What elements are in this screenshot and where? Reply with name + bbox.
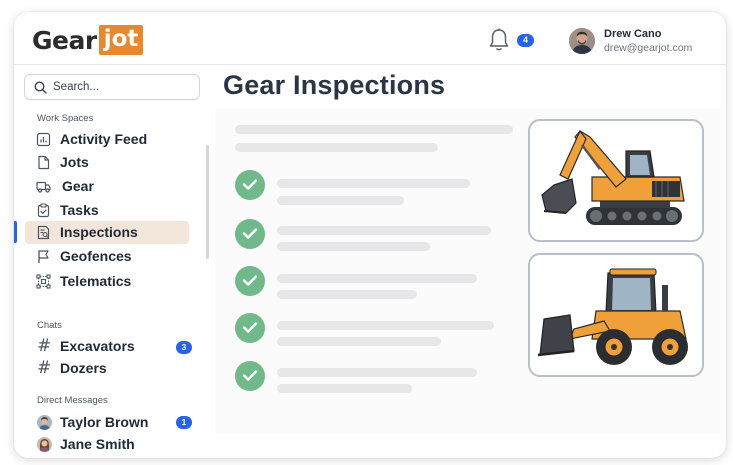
gearjot-logo[interactable]: Gear jot [32,25,144,55]
skeleton-line [277,368,477,377]
sidebar-item-label: Telematics [60,273,132,289]
sidebar-item-telematics[interactable]: Telematics [25,270,189,293]
inspection-content-panel [215,108,721,434]
dm-item-jane-smith[interactable]: Jane Smith [25,433,189,456]
sidebar-item-label: Gear [62,178,94,194]
logo-jot-text: jot [98,25,144,55]
user-email: drew@gearjot.com [604,42,693,54]
wheel-loader-image-card[interactable] [528,253,704,377]
unread-count-badge: 3 [176,341,192,354]
excavator-illustration [541,129,685,225]
skeleton-line [277,290,417,299]
sidebar-item-activity-feed[interactable]: Activity Feed [25,128,189,151]
document-icon [38,155,50,170]
unread-count-badge: 1 [176,416,192,429]
skeleton-line [277,226,491,235]
skeleton-line [277,274,477,283]
check-circle-icon[interactable] [235,361,265,391]
sidebar-scrollbar[interactable] [206,145,209,259]
network-icon [36,274,51,289]
top-bar: Gear jot 4 Drew Cano drew@gearjot.com [14,12,726,65]
sidebar-item-tasks[interactable]: Tasks [25,199,189,222]
chats-section-label: Chats [37,320,62,331]
user-avatar[interactable] [569,28,595,54]
logo-gear-text: Gear [32,25,97,55]
skeleton-line [277,337,441,346]
wheel-loader-illustration [537,268,688,365]
sidebar-item-label: Geofences [60,248,132,264]
skeleton-line [277,179,470,188]
activity-chart-icon [36,132,51,147]
inspection-doc-icon [37,225,50,240]
sidebar-item-inspections[interactable]: Inspections [25,221,189,244]
sidebar-item-label: Tasks [60,202,99,218]
avatar [37,437,52,452]
dm-item-label: Jane Smith [60,436,135,452]
direct-messages-section-label: Direct Messages [37,395,108,406]
dm-item-taylor-brown[interactable]: Taylor Brown 1 [25,411,192,434]
clipboard-check-icon [37,203,50,218]
check-circle-icon[interactable] [235,266,265,296]
sidebar-item-label: Activity Feed [60,131,148,147]
search-box[interactable] [24,74,200,100]
sidebar-item-gear[interactable]: Gear [25,175,189,198]
notification-count-badge: 4 [517,34,534,47]
active-indicator [14,221,17,243]
check-circle-icon[interactable] [235,170,265,200]
sidebar-item-jots[interactable]: Jots [25,151,189,174]
skeleton-line [235,143,438,152]
excavator-image-card[interactable] [528,119,704,242]
dm-item-label: Taylor Brown [60,414,149,430]
page-title: Gear Inspections [223,70,446,100]
skeleton-line [235,125,513,134]
check-circle-icon[interactable] [235,313,265,343]
bell-icon[interactable] [487,27,511,53]
workspaces-section-label: Work Spaces [37,113,94,124]
sidebar-item-label: Dozers [60,360,107,376]
sidebar-item-excavators[interactable]: # Excavators 3 [25,335,192,358]
search-input[interactable] [53,79,193,95]
avatar [37,415,52,430]
flag-icon [38,250,49,263]
skeleton-line [277,384,412,393]
search-icon [34,81,47,94]
sidebar-item-label: Inspections [60,224,138,240]
skeleton-line [277,321,494,330]
hash-icon: # [37,336,52,356]
skeleton-line [277,196,404,205]
app-window: Gear jot 4 Drew Cano drew@gearjot.com Se… [14,12,726,458]
sidebar-item-label: Jots [60,154,89,170]
check-circle-icon[interactable] [235,219,265,249]
hash-icon: # [37,358,52,378]
user-name: Drew Cano [604,28,662,40]
skeleton-line [277,242,430,251]
sidebar-item-dozers[interactable]: # Dozers [25,357,189,380]
truck-icon [36,181,51,193]
sidebar-item-label: Excavators [60,338,135,354]
sidebar-item-geofences[interactable]: Geofences [25,245,189,268]
